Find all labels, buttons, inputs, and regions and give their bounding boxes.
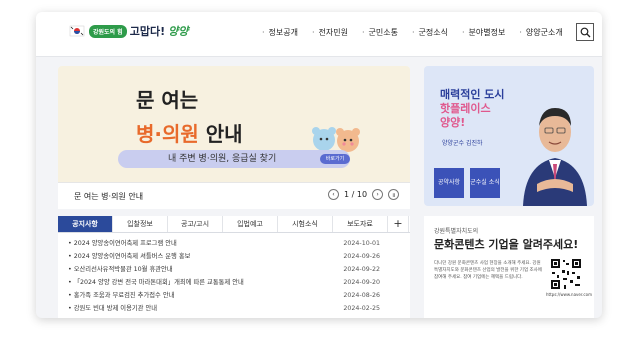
banner-headline-2: 병·의원 안내	[136, 118, 243, 147]
mayor-portrait-icon	[523, 108, 587, 206]
nav-item-info-disclosure[interactable]: 정보공개	[255, 27, 305, 38]
list-item[interactable]: 홍가족 조움과 무료검진 추가접수 안내 2024-08-26	[68, 289, 400, 302]
pause-icon: ॥	[391, 191, 396, 199]
list-item[interactable]: 2024 양양송이연어축제 프로그램 안내 2024-10-01	[68, 237, 400, 250]
banner-pager: ‹ 1 / 10 › ॥	[328, 189, 400, 200]
banner-headline-accent: 병·의원	[136, 122, 199, 146]
list-item-title: 「2024 양양 강변 전국 마라톤대회」개최에 따른 교통통제 안내	[68, 276, 244, 289]
nav-item-county-news[interactable]: 군정소식	[405, 27, 455, 38]
pause-slide-button[interactable]: ॥	[388, 189, 400, 200]
promo2-subtitle: 강원특별자치도의	[434, 228, 479, 235]
notice-list: 2024 양양송이연어축제 프로그램 안내 2024-10-01 2024 양양송…	[58, 233, 410, 315]
list-item-date: 2024-09-22	[343, 266, 380, 273]
promo-title-line2: 핫플레이스	[440, 102, 491, 115]
list-item-date: 2024-09-26	[343, 253, 380, 260]
list-item-date: 2024-02-25	[343, 305, 380, 312]
tab-legislation[interactable]: 입법예고	[223, 216, 278, 232]
nav-item-civil-service[interactable]: 전자민원	[305, 27, 355, 38]
promo-title: 매력적인 도시 핫플레이스 양양!	[440, 88, 505, 130]
notice-board: 공지사항 입찰정보 공고/고시 입법예고 시험소식 보도자료 + 2024 양양…	[58, 216, 410, 318]
mayor-promo-card[interactable]: 매력적인 도시 핫플레이스 양양! 양양군수 김진하 공약사항 군수실 소식	[424, 66, 594, 206]
search-button[interactable]	[576, 23, 594, 41]
list-item-title: 2024 양양송이연어축제 셔틀버스 운행 홍보	[68, 250, 191, 263]
list-item[interactable]: 강원도 빈대 방제 이용기관 안내 2024-02-25	[68, 302, 400, 315]
banner-shortcut-button[interactable]: 바로가기	[320, 154, 350, 164]
list-item-title: 강원도 빈대 방제 이용기관 안내	[68, 302, 157, 315]
plus-icon: +	[393, 217, 403, 230]
qr-caption: https://www.naver.com	[546, 292, 592, 297]
slide-counter: 1 / 10	[344, 190, 368, 199]
search-icon	[580, 27, 590, 37]
pledges-button[interactable]: 공약사항	[434, 168, 464, 198]
culture-content-promo[interactable]: 강원특별자치도의 문화콘텐츠 기업을 알려주세요! 다니던 강원 문화콘텐츠 사…	[424, 216, 594, 318]
list-item[interactable]: 「2024 양양 강변 전국 마라톤대회」개최에 따른 교통통제 안내 2024-…	[68, 276, 400, 289]
chevron-right-icon: ›	[376, 191, 379, 198]
browser-frame: 강원도의 힘 고맙다! 양양 정보공개 전자민원 군민소통 군정소식 분야별정보…	[36, 12, 602, 318]
nav-item-about[interactable]: 양양군소개	[512, 27, 569, 38]
list-item[interactable]: 2024 양양송이연어축제 셔틀버스 운행 홍보 2024-09-26	[68, 250, 400, 263]
chevron-left-icon: ‹	[332, 191, 335, 198]
banner-caption: 문 여는 병·의원 안내	[74, 192, 144, 201]
mayor-news-button[interactable]: 군수실 소식	[470, 168, 500, 198]
flag-icon	[68, 22, 86, 40]
list-item-date: 2024-10-01	[343, 240, 380, 247]
tab-announcements[interactable]: 공고/고시	[168, 216, 223, 232]
banner-headline-rest: 안내	[205, 122, 243, 146]
list-item-title: 홍가족 조움과 무료검진 추가접수 안내	[68, 289, 175, 302]
tab-exams[interactable]: 시험소식	[278, 216, 333, 232]
promo-title-line3: 양양!	[440, 116, 466, 129]
mayor-name: 양양군수 김진하	[442, 140, 483, 147]
logo-region: 양양	[168, 25, 189, 38]
logo-badge: 강원도의 힘	[89, 24, 127, 38]
tab-notices[interactable]: 공지사항	[58, 216, 113, 232]
main-nav: 정보공개 전자민원 군민소통 군정소식 분야별정보 양양군소개	[255, 27, 570, 38]
banner-search-pill: 내 주변 병·의원, 응급실 찾기	[118, 150, 350, 168]
list-item-date: 2024-08-26	[343, 292, 380, 299]
notice-tabs: 공지사항 입찰정보 공고/고시 입법예고 시험소식 보도자료 +	[58, 216, 410, 233]
more-notices-button[interactable]: +	[388, 216, 409, 232]
banner-headline-1: 문 여는	[136, 88, 199, 112]
list-item-title: 오산리선사유적박물관 10월 휴관안내	[68, 263, 173, 276]
tab-bids[interactable]: 입찰정보	[113, 216, 168, 232]
list-item-date: 2024-09-20	[343, 279, 380, 286]
promo2-body: 다니던 강원 문화콘텐츠 사업 현장을 소개해 주세요. 강원특별자치도와 문화…	[434, 261, 542, 280]
next-slide-button[interactable]: ›	[372, 189, 384, 200]
list-item-title: 2024 양양송이연어축제 프로그램 안내	[68, 237, 177, 250]
tab-press[interactable]: 보도자료	[333, 216, 388, 232]
nav-item-communication[interactable]: 군민소통	[355, 27, 405, 38]
site-logo[interactable]: 강원도의 힘 고맙다! 양양	[68, 22, 188, 40]
site-header: 강원도의 힘 고맙다! 양양 정보공개 전자민원 군민소통 군정소식 분야별정보…	[36, 12, 602, 57]
promo2-title: 문화콘텐츠 기업을 알려주세요!	[434, 238, 579, 251]
nav-item-field-info[interactable]: 분야별정보	[455, 27, 512, 38]
banner-control-bar: 문 여는 병·의원 안내 ‹ 1 / 10 › ॥	[58, 182, 410, 209]
logo-text: 고맙다!	[129, 25, 166, 38]
promo-title-line1: 매력적인 도시	[440, 88, 505, 101]
list-item[interactable]: 오산리선사유적박물관 10월 휴관안내 2024-09-22	[68, 263, 400, 276]
prev-slide-button[interactable]: ‹	[328, 189, 339, 200]
qr-code-icon	[550, 258, 582, 290]
